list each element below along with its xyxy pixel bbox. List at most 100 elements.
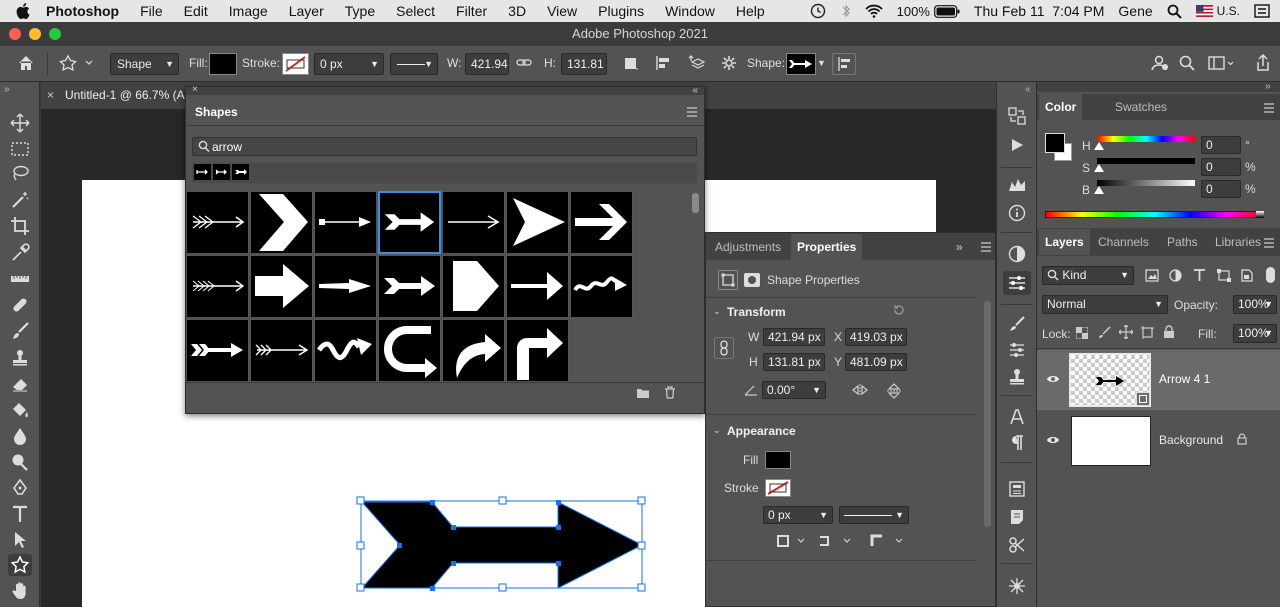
height-field[interactable]: 131.81 px (763, 353, 825, 371)
home-icon[interactable] (16, 53, 40, 75)
user-account-icon[interactable] (1150, 53, 1170, 75)
appearance-section-title[interactable]: Appearance (727, 424, 796, 438)
hue-field[interactable]: 0 (1201, 136, 1241, 154)
path-alignment-icon[interactable] (655, 53, 673, 75)
flip-horizontal-icon[interactable] (851, 383, 869, 397)
angle-field[interactable]: 0.00° ▼ (762, 381, 826, 399)
shape-layer-filter-icon[interactable] (1217, 269, 1231, 282)
panel-menu-icon[interactable] (1263, 238, 1275, 248)
tab-color[interactable]: Color (1039, 94, 1083, 120)
type-layer-filter-icon[interactable] (1193, 268, 1206, 282)
adjustments-icon[interactable] (1008, 245, 1026, 263)
shapes-tab[interactable]: Shapes (186, 99, 240, 125)
layer-name[interactable]: Background (1159, 433, 1223, 447)
trash-icon[interactable] (664, 386, 676, 399)
pixel-layer-filter-icon[interactable] (1145, 269, 1159, 282)
eye-icon[interactable] (1046, 374, 1060, 384)
menu-image[interactable]: Image (229, 3, 279, 19)
link-icon[interactable] (516, 53, 532, 75)
shape-tile-feather-arrow[interactable] (186, 191, 249, 254)
custom-shape-tool-icon[interactable] (8, 554, 32, 576)
tab-swatches[interactable]: Swatches (1109, 94, 1173, 120)
collapse-tools-icon[interactable]: » (4, 84, 10, 95)
layer-row-background[interactable]: Background (1037, 411, 1280, 471)
stroke-align-icon[interactable] (776, 534, 808, 548)
align-edges-icon[interactable] (832, 53, 856, 75)
stroke-type-select[interactable]: ▼ (390, 53, 438, 75)
foreground-color-swatch[interactable] (1045, 133, 1065, 153)
notes-icon[interactable] (1008, 508, 1026, 526)
menu-plugins[interactable]: Plugins (598, 3, 655, 19)
shape-picker-swatch[interactable] (786, 53, 816, 75)
properties-icon[interactable] (1003, 271, 1031, 295)
ruler-tool-icon[interactable] (8, 268, 32, 290)
stroke-width-field[interactable]: 0 px ▼ (314, 53, 384, 75)
stroke-swatch[interactable] (282, 53, 309, 75)
menu-window[interactable]: Window (665, 3, 726, 19)
shape-tile-notched-arrow[interactable] (378, 255, 441, 318)
shape-tile-squiggle-arrow[interactable] (314, 319, 377, 381)
lock-image-pixels-icon[interactable] (1098, 326, 1111, 339)
history-icon[interactable] (1008, 107, 1026, 125)
share-icon[interactable] (1255, 53, 1271, 75)
path-arrangement-icon[interactable] (688, 53, 708, 75)
close-panel-icon[interactable]: × (192, 84, 198, 95)
stroke-caps-icon[interactable] (818, 534, 854, 548)
shape-tile-taper-arrow[interactable] (314, 255, 377, 318)
marquee-tool-icon[interactable] (8, 138, 32, 160)
shape-tile-u-turn-arrow[interactable] (378, 319, 441, 381)
lasso-tool-icon[interactable] (8, 163, 32, 185)
collapse-panel-icon[interactable]: » (956, 240, 963, 254)
pen-tool-icon[interactable] (8, 477, 32, 499)
menu-select[interactable]: Select (396, 3, 446, 19)
spotlight-icon[interactable] (1167, 4, 1182, 19)
filter-toggle-switch[interactable] (1266, 267, 1275, 283)
saturation-field[interactable]: 0 (1201, 158, 1241, 176)
black-white-ramp[interactable] (1256, 211, 1264, 218)
menu-layer[interactable]: Layer (289, 3, 335, 19)
search-results-group[interactable] (192, 163, 697, 183)
crop-tool-icon[interactable] (8, 215, 32, 237)
hue-slider[interactable] (1097, 136, 1195, 142)
fill-swatch[interactable] (765, 451, 791, 469)
brightness-field[interactable]: 0 (1201, 180, 1241, 198)
transform-section-title[interactable]: Transform (727, 305, 786, 319)
move-tool-icon[interactable] (8, 112, 32, 134)
user-name[interactable]: Gene (1118, 3, 1152, 19)
menu-edit[interactable]: Edit (184, 3, 219, 19)
menu-view[interactable]: View (547, 3, 588, 19)
layer-filter-select[interactable]: Kind ▼ (1042, 266, 1134, 285)
time-machine-icon[interactable] (809, 3, 827, 19)
input-source[interactable]: U.S. (1195, 4, 1240, 18)
dodge-tool-icon[interactable] (8, 451, 32, 473)
shape-tile-wave-arrow[interactable] (570, 255, 633, 318)
brush-tool-icon[interactable] (8, 320, 32, 342)
layer-thumbnail[interactable] (1069, 353, 1151, 407)
menu-filter[interactable]: Filter (456, 3, 498, 19)
menu-app[interactable]: Photoshop (46, 3, 130, 19)
fill-field[interactable]: 100% ▼ (1233, 324, 1277, 343)
tab-layers[interactable]: Layers (1039, 229, 1090, 255)
height-field[interactable]: 131.81 p (561, 53, 607, 75)
width-field[interactable]: 421.94 (465, 53, 509, 75)
wifi-icon[interactable] (865, 4, 883, 18)
tab-properties[interactable]: Properties (791, 234, 863, 260)
flip-vertical-icon[interactable] (886, 383, 902, 399)
panel-menu-icon[interactable] (1263, 103, 1275, 113)
bluetooth-icon[interactable] (841, 3, 851, 19)
tab-adjustments[interactable]: Adjustments (709, 234, 787, 260)
shape-tile-bent-arrow[interactable] (506, 319, 569, 381)
saturation-slider[interactable] (1097, 158, 1195, 164)
shape-tile-double-head-arrow[interactable] (378, 191, 441, 254)
3d-icon[interactable] (1008, 577, 1026, 595)
panel-menu-icon[interactable] (980, 242, 992, 252)
healing-brush-tool-icon[interactable] (8, 294, 32, 316)
shape-tile-fletched-arrow[interactable] (186, 319, 249, 381)
shape-tile-feather-arrow-2[interactable] (186, 255, 249, 318)
width-field[interactable]: 421.94 px (763, 328, 825, 346)
collapse-panel-icon[interactable]: « (692, 85, 698, 96)
libraries-icon[interactable] (1008, 480, 1026, 498)
shape-tile-thick-arrow[interactable] (506, 255, 569, 318)
minimize-window-button[interactable] (29, 28, 41, 40)
tab-libraries[interactable]: Libraries (1209, 229, 1267, 255)
